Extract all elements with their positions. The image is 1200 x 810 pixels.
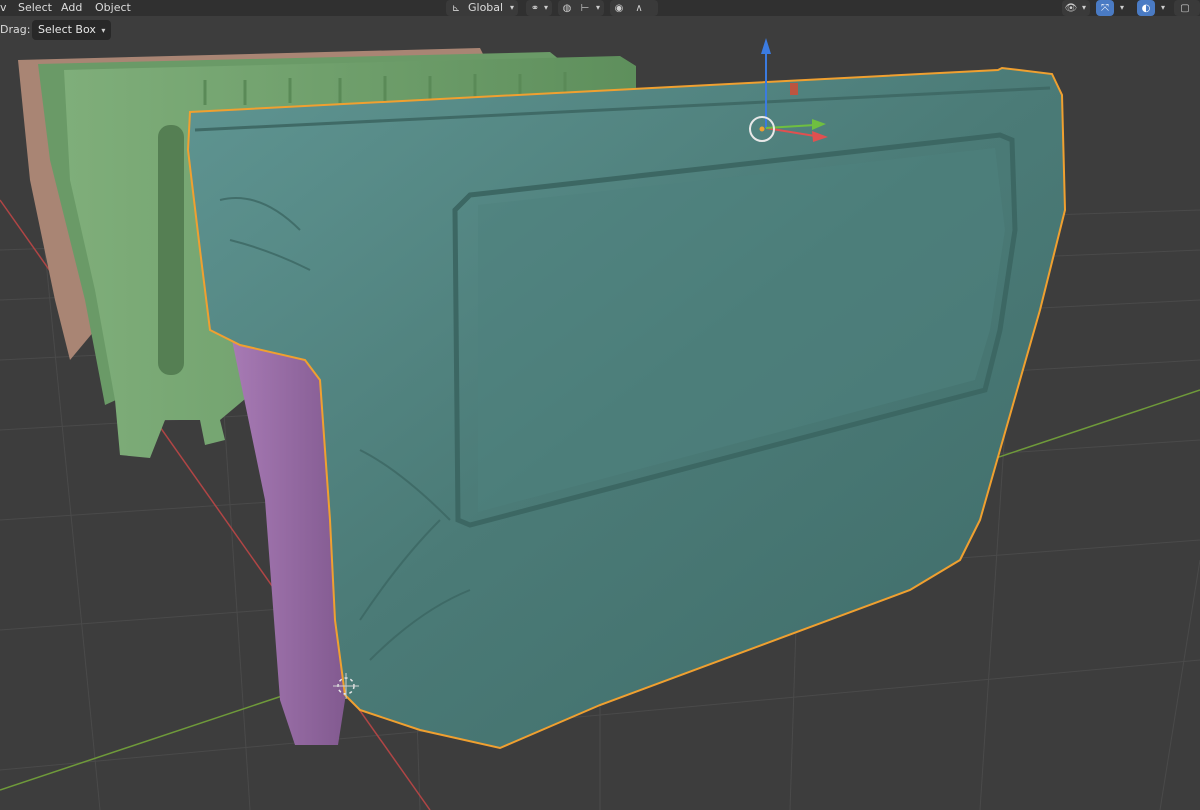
orientation-dropdown[interactable]: ⊾ Global ▾: [446, 0, 518, 16]
object-origin: [759, 126, 765, 132]
snap-icon: ◍: [562, 2, 572, 14]
pivot-dropdown[interactable]: ⚭ ▾: [526, 0, 552, 16]
viewport-scene[interactable]: [0, 0, 1200, 810]
chevron-down-icon: ▾: [596, 3, 601, 12]
gizmo-plane-handle[interactable]: [790, 83, 798, 95]
menu-select[interactable]: Select: [18, 0, 52, 16]
proportional-edit-controls[interactable]: ◉ ∧: [610, 0, 658, 16]
pivot-icon: ⚭: [530, 2, 540, 14]
chevron-down-icon: ▾: [101, 26, 106, 35]
3d-viewport[interactable]: v Select Add Object ⊾ Global ▾ ⚭ ▾ ◍ ⊢ ▾…: [0, 0, 1200, 810]
select-box-dropdown[interactable]: Select Box ▾: [32, 20, 112, 40]
gizmo-icon: ⤧: [1101, 2, 1109, 14]
viewport-header: v Select Add Object ⊾ Global ▾ ⚭ ▾ ◍ ⊢ ▾…: [0, 0, 1200, 16]
gizmo-chevron-down-icon[interactable]: ▾: [1120, 0, 1124, 16]
overlays-icon: ◐: [1141, 2, 1151, 14]
menu-view-cut[interactable]: v: [0, 0, 7, 16]
proportional-edit-icon: ◉: [614, 2, 624, 14]
visibility-icon: 👁: [1064, 2, 1078, 14]
drag-label: Drag:: [0, 23, 31, 36]
overlays-chevron-down-icon[interactable]: ▾: [1161, 0, 1165, 16]
chevron-down-icon: ▾: [544, 3, 549, 12]
xray-toggle[interactable]: ▢: [1174, 0, 1200, 16]
snap-controls[interactable]: ◍ ⊢ ▾: [558, 0, 604, 16]
transform-orientation-icon: ⊾: [451, 2, 461, 14]
select-box-label: Select Box: [38, 23, 96, 36]
gizmo-toggle[interactable]: ⤧: [1096, 0, 1114, 16]
tool-settings-row: Drag: Select Box ▾: [0, 17, 1200, 43]
chevron-down-icon: ▾: [510, 3, 515, 12]
orientation-label: Global: [468, 1, 504, 14]
chevron-down-icon: ▾: [1082, 3, 1087, 12]
green-slot: [158, 125, 184, 375]
visibility-dropdown[interactable]: 👁 ▾: [1062, 0, 1090, 16]
menu-object[interactable]: Object: [95, 0, 131, 16]
menu-add[interactable]: Add: [61, 0, 82, 16]
overlays-toggle[interactable]: ◐: [1137, 0, 1155, 16]
falloff-icon: ∧: [635, 2, 643, 14]
snap-target-icon: ⊢: [580, 2, 590, 14]
xray-icon: ▢: [1180, 2, 1190, 14]
